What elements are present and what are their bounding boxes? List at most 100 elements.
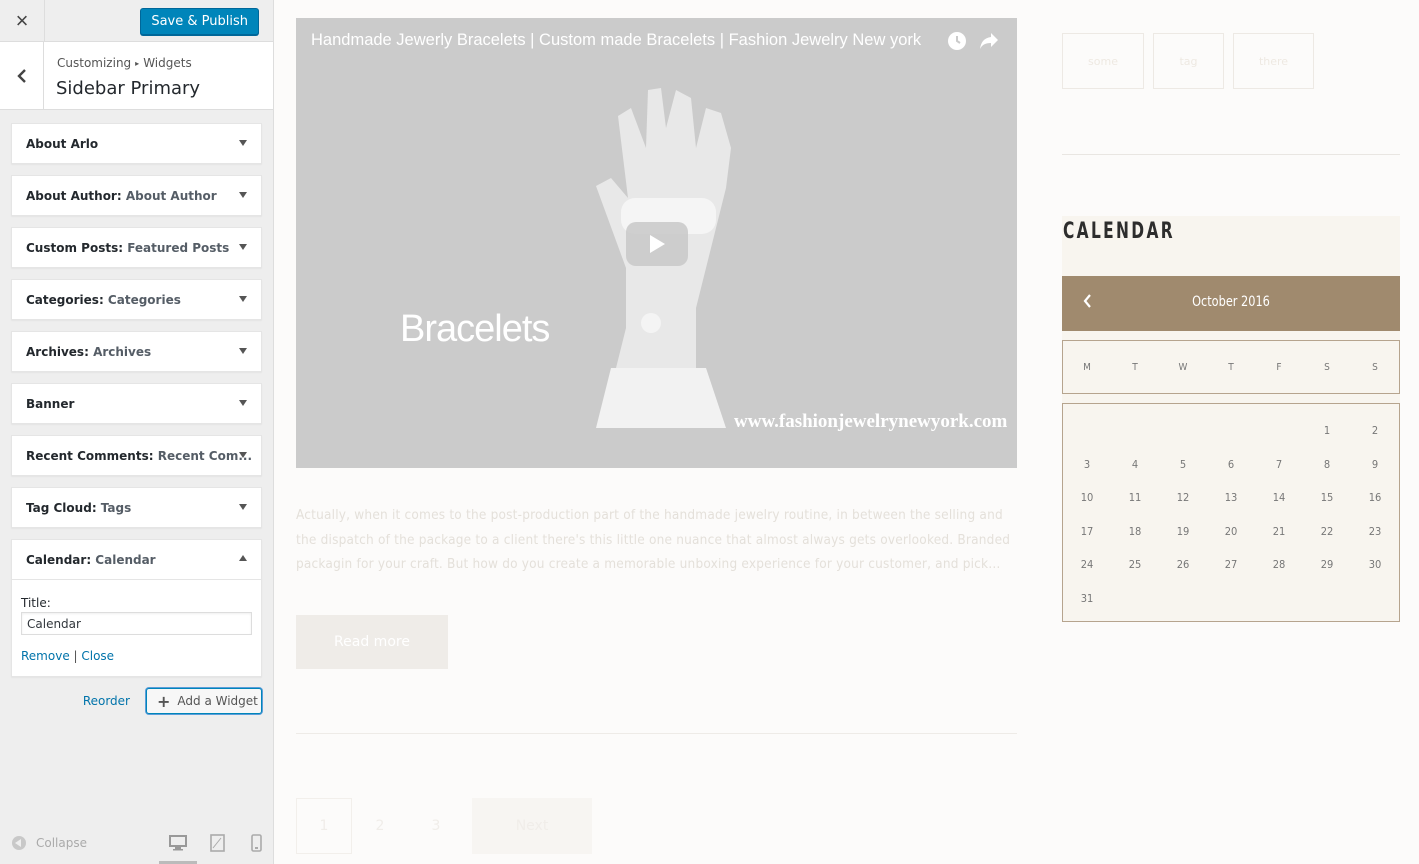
add-widget-label: Add a Widget: [177, 694, 258, 708]
expand-arrow-icon[interactable]: [239, 504, 247, 510]
watch-later-clock-icon[interactable]: [947, 31, 967, 51]
add-widget-button[interactable]: + Add a Widget: [146, 688, 262, 714]
customizer-topbar: × Save & Publish: [0, 0, 273, 42]
chevron-left-icon: [16, 68, 26, 83]
close-widget-link[interactable]: Close: [81, 649, 114, 663]
widget-instance-title: About Author: [125, 189, 217, 203]
page-link-2[interactable]: 2: [352, 798, 408, 854]
video-overlay-url: www.fashionjewelrynewyork.com: [734, 411, 1008, 432]
section-header: Customizing ▸ Widgets Sidebar Primary: [0, 42, 273, 110]
tag-link[interactable]: tag: [1153, 33, 1224, 89]
calendar-week: 3 4 5 6 7 8 9: [1063, 448, 1399, 482]
widget-about-author[interactable]: About Author: About Author: [11, 175, 262, 216]
calendar-empty-day: [1207, 582, 1255, 616]
title-field[interactable]: [21, 612, 252, 635]
calendar-day: 31: [1080, 591, 1094, 605]
widget-calendar-form: Title: Remove | Close: [12, 580, 261, 663]
collapse-label: Collapse: [36, 836, 87, 850]
calendar-day: 17: [1080, 524, 1094, 538]
calendar-title: CALENDAR: [1063, 219, 1175, 244]
widget-custom-posts[interactable]: Custom Posts: Featured Posts: [11, 227, 262, 268]
page-link-3[interactable]: 3: [408, 798, 464, 854]
widget-title: Recent Comments: Recent Com...: [26, 449, 253, 463]
day-name: M: [1083, 361, 1091, 373]
remove-widget-link[interactable]: Remove: [21, 649, 70, 663]
widget-name: About Author: [26, 189, 117, 203]
widget-banner[interactable]: Banner: [11, 383, 262, 424]
calendar-day: 11: [1128, 491, 1142, 505]
video-title: Handmade Jewerly Bracelets | Custom made…: [311, 31, 922, 49]
widget-instance-title: Calendar: [95, 553, 156, 567]
day-name: T: [1132, 361, 1138, 373]
back-button[interactable]: [0, 42, 44, 109]
widget-title: About Arlo: [26, 137, 98, 151]
breadcrumb-separator: ▸: [135, 59, 140, 68]
expand-arrow-icon[interactable]: [239, 244, 247, 250]
widget-name: Categories: [26, 293, 99, 307]
calendar-day-names: M T W T F S S: [1062, 340, 1400, 394]
widget-instance-title: Categories: [107, 293, 181, 307]
calendar-empty-day: [1111, 582, 1159, 616]
widget-name: Recent Comments: [26, 449, 149, 463]
widget-archives[interactable]: Archives: Archives: [11, 331, 262, 372]
mobile-preview-icon[interactable]: [247, 834, 267, 852]
video-embed[interactable]: Handmade Jewerly Bracelets | Custom made…: [296, 18, 1017, 468]
calendar-empty-day: [1351, 582, 1399, 616]
widget-categories[interactable]: Categories: Categories: [11, 279, 262, 320]
tag-link[interactable]: there: [1233, 33, 1314, 89]
play-button[interactable]: [626, 222, 688, 266]
expand-arrow-icon[interactable]: [239, 452, 247, 458]
expand-arrow-icon[interactable]: [239, 348, 247, 354]
widget-name: Banner: [26, 397, 75, 411]
widget-name: Archives: [26, 345, 85, 359]
day-name: T: [1228, 361, 1234, 373]
calendar-week: 31: [1063, 582, 1399, 616]
widget-calendar-header[interactable]: Calendar: Calendar: [12, 540, 261, 580]
expand-arrow-icon[interactable]: [239, 296, 247, 302]
expand-arrow-icon[interactable]: [239, 140, 247, 146]
calendar-day: 5: [1179, 457, 1187, 471]
desktop-preview-icon[interactable]: [168, 834, 188, 852]
calendar-day: 7: [1275, 457, 1283, 471]
widget-title: About Author: About Author: [26, 189, 217, 203]
calendar-day: 16: [1368, 491, 1382, 505]
widget-recent-comments[interactable]: Recent Comments: Recent Com...: [11, 435, 262, 476]
widget-tag-cloud[interactable]: Tag Cloud: Tags: [11, 487, 262, 528]
widget-about-arlo[interactable]: About Arlo: [11, 123, 262, 164]
calendar-day: 14: [1272, 491, 1286, 505]
save-publish-button[interactable]: Save & Publish: [140, 8, 259, 35]
calendar-day: 26: [1176, 558, 1190, 572]
widget-control-links: Remove | Close: [21, 649, 252, 663]
page-link-1[interactable]: 1: [296, 798, 352, 854]
reorder-link[interactable]: Reorder: [83, 694, 130, 708]
calendar-day: 1: [1323, 424, 1331, 438]
calendar-day: 24: [1080, 558, 1094, 572]
read-more-button[interactable]: Read more: [296, 615, 448, 669]
calendar-empty-day: [1159, 582, 1207, 616]
video-overlay-text: Bracelets: [400, 308, 550, 350]
collapse-arrow-icon: [12, 836, 26, 850]
collapse-arrow-icon[interactable]: [239, 555, 247, 561]
expand-arrow-icon[interactable]: [239, 192, 247, 198]
widget-title: Custom Posts: Featured Posts: [26, 241, 230, 255]
calendar-day: 18: [1128, 524, 1142, 538]
play-icon: [650, 235, 665, 253]
tablet-preview-icon[interactable]: [208, 834, 228, 852]
close-customizer-button[interactable]: ×: [0, 0, 45, 42]
widget-title: Tag Cloud: Tags: [26, 501, 132, 515]
section-title: Sidebar Primary: [56, 78, 201, 99]
calendar-empty-day: [1255, 414, 1303, 448]
day-name: S: [1324, 361, 1330, 373]
share-arrow-icon[interactable]: [979, 32, 999, 50]
next-page-link[interactable]: Next: [472, 798, 592, 854]
collapse-button[interactable]: Collapse: [12, 836, 87, 850]
breadcrumb-root: Customizing: [57, 56, 132, 70]
widget-title: Archives: Archives: [26, 345, 152, 359]
tag-link[interactable]: some: [1062, 33, 1144, 89]
calendar-week: 17 18 19 20 21 22 23: [1063, 515, 1399, 549]
expand-arrow-icon[interactable]: [239, 400, 247, 406]
calendar-day: 19: [1176, 524, 1190, 538]
widget-instance-title: Recent Com...: [157, 449, 253, 463]
close-icon: ×: [15, 8, 29, 33]
calendar-day: 2: [1371, 424, 1379, 438]
